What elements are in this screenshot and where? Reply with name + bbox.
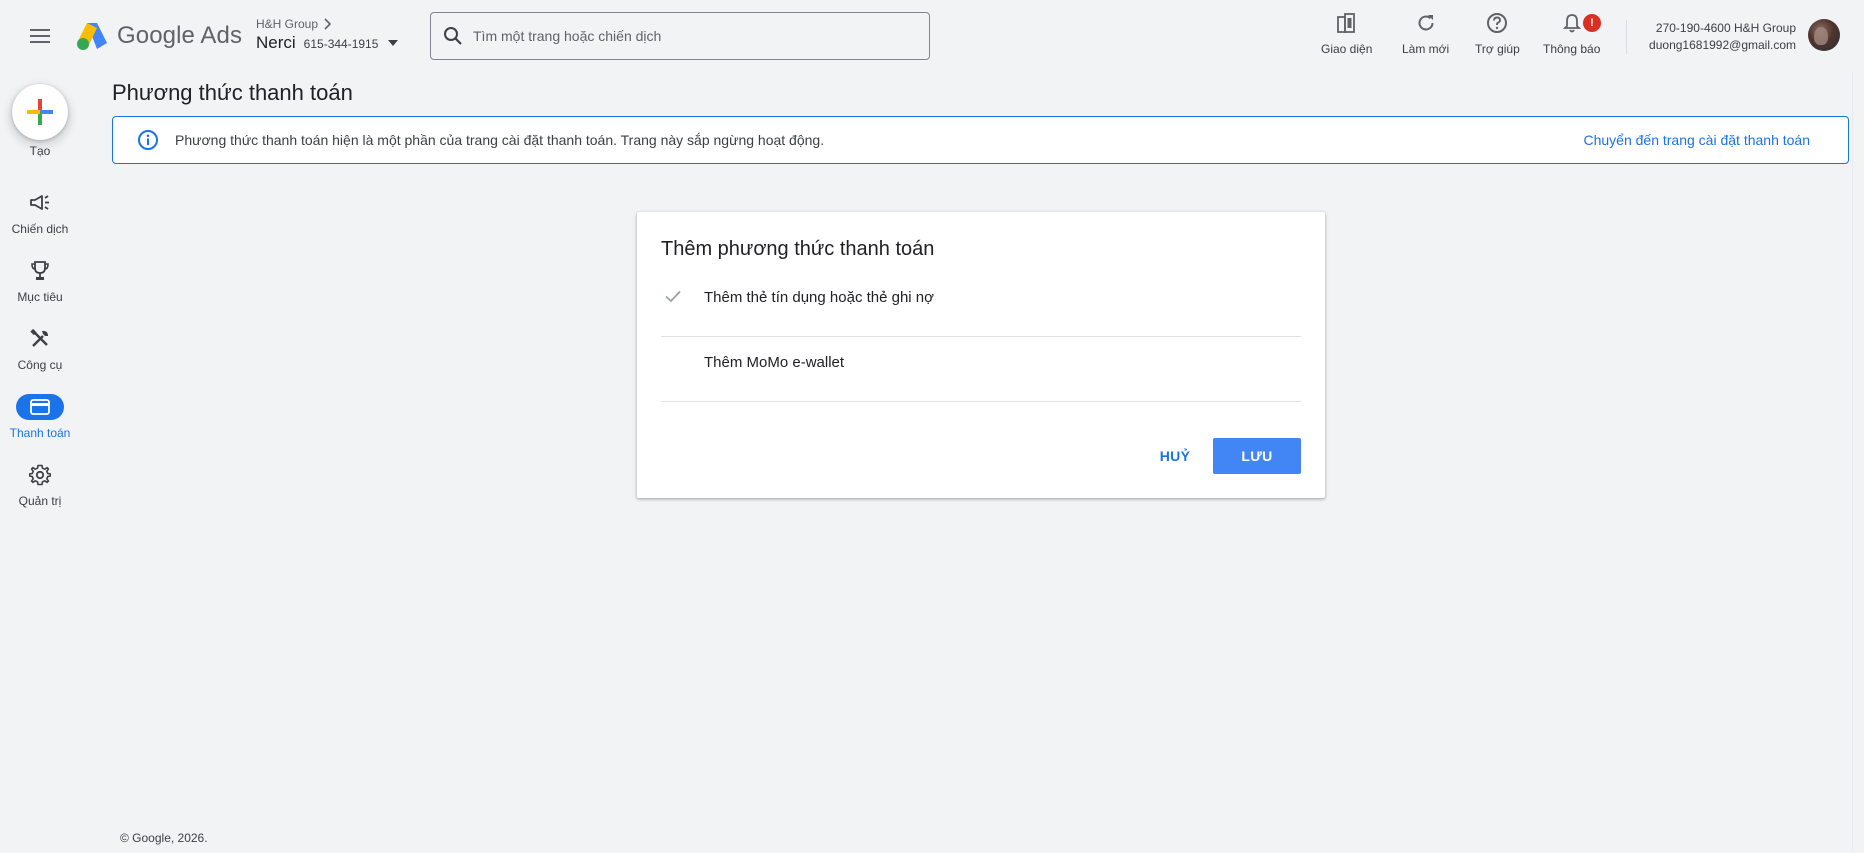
- avatar[interactable]: [1808, 19, 1840, 51]
- account-group-name: H&H Group: [256, 17, 319, 31]
- option-label: Thêm thẻ tín dụng hoặc thẻ ghi nợ: [704, 289, 934, 306]
- sidebar-item-tools[interactable]: Công cụ: [0, 326, 80, 372]
- dialog-title: Thêm phương thức thanh toán: [661, 238, 935, 260]
- option-label: Thêm MoMo e-wallet: [704, 354, 845, 371]
- info-icon: [138, 130, 158, 150]
- bell-icon: [1562, 14, 1581, 33]
- campaign-icon: [30, 195, 49, 210]
- credit-card-icon: [30, 399, 50, 415]
- user-info[interactable]: 270-190-4600 H&H Group duong1681992@gmai…: [1649, 20, 1796, 54]
- sidebar-item-label: Công cụ: [17, 358, 63, 372]
- save-button[interactable]: LƯU: [1213, 438, 1301, 474]
- help-label: Trợ giúp: [1475, 42, 1520, 56]
- hamburger-menu-icon: [30, 29, 50, 43]
- refresh-button[interactable]: Làm mới: [1402, 10, 1449, 56]
- appearance-button[interactable]: Giao diện: [1321, 10, 1372, 56]
- help-button[interactable]: Trợ giúp: [1475, 10, 1520, 56]
- refresh-icon: [1418, 15, 1434, 31]
- account-id: 615-344-1915: [303, 37, 379, 51]
- option-momo-ewallet[interactable]: Thêm MoMo e-wallet: [661, 337, 1301, 402]
- banner-text: Phương thức thanh toán hiện là một phần …: [175, 132, 825, 148]
- sidebar-item-label: Mục tiêu: [17, 290, 63, 304]
- cancel-button[interactable]: HUỶ: [1145, 438, 1205, 474]
- sidebar-item-billing[interactable]: Thanh toán: [0, 394, 80, 440]
- gear-icon: [29, 464, 51, 486]
- header-divider: [1626, 20, 1627, 54]
- sidebar: Tạo Chiến dịch Mục tiêu Công cụ Thanh to…: [0, 72, 80, 853]
- sidebar-item-admin[interactable]: Quản trị: [0, 462, 80, 508]
- google-ads-logo-text: Google Ads: [117, 22, 243, 49]
- sidebar-item-label: Chiến dịch: [11, 222, 69, 236]
- footer-copyright: © Google, 2026.: [120, 831, 208, 845]
- user-account-line: 270-190-4600 H&H Group: [1655, 21, 1796, 35]
- trophy-icon: [31, 261, 49, 280]
- billing-settings-link[interactable]: Chuyển đến trang cài đặt thanh toán: [1583, 132, 1810, 148]
- appearance-icon: [1336, 13, 1355, 33]
- check-icon: [665, 290, 681, 303]
- add-payment-method-dialog: Thêm phương thức thanh toán Thêm thẻ tín…: [637, 212, 1325, 498]
- caret-down-icon[interactable]: [388, 40, 399, 46]
- search-input[interactable]: [473, 28, 913, 44]
- notifications-label: Thông báo: [1543, 42, 1601, 56]
- chevron-right-icon: [324, 18, 332, 30]
- sidebar-item-label: Quản trị: [18, 494, 62, 508]
- user-email: duong1681992@gmail.com: [1649, 38, 1796, 52]
- google-ads-logo-icon: [77, 23, 107, 50]
- page-scrollbar[interactable]: [1852, 72, 1864, 853]
- account-breadcrumb[interactable]: H&H Group: [256, 17, 398, 31]
- google-ads-logo[interactable]: Google Ads: [75, 18, 242, 54]
- option-credit-debit-card[interactable]: Thêm thẻ tín dụng hoặc thẻ ghi nợ: [661, 272, 1301, 337]
- notification-badge: !: [1583, 14, 1601, 32]
- refresh-label: Làm mới: [1402, 42, 1450, 56]
- search-box[interactable]: [430, 12, 930, 60]
- help-icon: [1487, 13, 1508, 33]
- account-switcher[interactable]: H&H Group Nerci 615-344-1915: [256, 17, 399, 53]
- main-menu-button[interactable]: [22, 20, 58, 52]
- tools-icon: [30, 328, 48, 347]
- plus-icon: [27, 99, 53, 125]
- sidebar-item-goals[interactable]: Mục tiêu: [0, 258, 80, 304]
- notifications-button[interactable]: ! Thông báo: [1543, 10, 1601, 56]
- top-bar: Google Ads H&H Group Nerci 615-344-1915: [0, 0, 1864, 72]
- page-title: Phương thức thanh toán: [112, 80, 353, 105]
- search-icon: [444, 27, 462, 45]
- create-button[interactable]: [12, 84, 68, 140]
- info-banner: Phương thức thanh toán hiện là một phần …: [112, 116, 1849, 164]
- sidebar-item-campaigns[interactable]: Chiến dịch: [0, 190, 80, 236]
- create-label: Tạo: [29, 144, 51, 158]
- appearance-label: Giao diện: [1321, 42, 1373, 56]
- account-name: Nerci: [256, 33, 296, 52]
- sidebar-item-label: Thanh toán: [9, 426, 71, 440]
